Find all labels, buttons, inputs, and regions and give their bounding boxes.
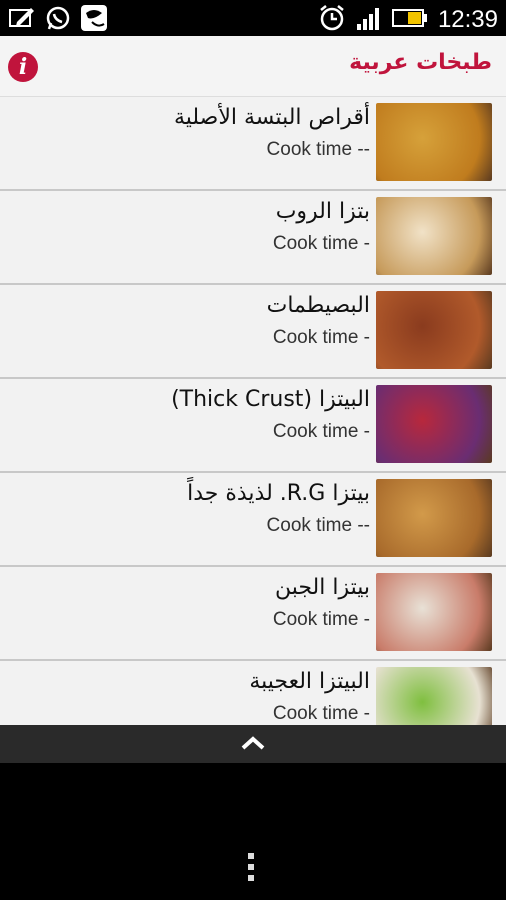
recipe-thumbnail — [376, 197, 492, 275]
recipe-title: بتزا الروب — [275, 199, 370, 224]
info-button[interactable]: i — [8, 52, 38, 82]
menu-dot — [248, 875, 254, 881]
scroll-up-button[interactable] — [241, 735, 265, 754]
recipe-thumbnail — [376, 573, 492, 651]
menu-dot — [248, 853, 254, 859]
recipe-list: أقراص البتسة الأصلية Cook time -- بتزا الر… — [0, 97, 506, 725]
overflow-menu-button[interactable] — [248, 853, 254, 881]
recipe-cook-time: Cook time -- — [266, 139, 370, 160]
recipe-list-item[interactable]: بيتزا R.G. لذيذة جداً Cook time -- — [0, 473, 506, 567]
signal-icon — [356, 6, 382, 34]
recipe-thumbnail — [376, 103, 492, 181]
chevron-up-icon — [241, 735, 265, 749]
recipe-cook-time: Cook time - — [272, 327, 370, 348]
clock-time: 12:39 — [437, 6, 498, 33]
app-title: طبخات عربية — [349, 50, 492, 75]
recipe-cook-time: Cook time - — [272, 703, 370, 724]
recipe-title: بيتزا الجبن — [274, 575, 370, 600]
info-icon: i — [18, 54, 28, 80]
system-indicators: 12:39 — [318, 4, 498, 36]
notification-icons — [8, 4, 108, 32]
recipe-list-item[interactable]: البيتزا (Thick Crust) Cook time - — [0, 379, 506, 473]
recipe-thumbnail — [376, 385, 492, 463]
whatsapp-icon — [44, 4, 72, 32]
recipe-title: البيتزا (Thick Crust) — [171, 387, 370, 412]
recipe-list-item[interactable]: بتزا الروب Cook time - — [0, 191, 506, 285]
recipe-thumbnail — [376, 479, 492, 557]
navigation-area — [0, 763, 506, 900]
recipe-list-item[interactable]: البصيطمات Cook time - — [0, 285, 506, 379]
bottom-bar — [0, 725, 506, 763]
app-bar: i طبخات عربية — [0, 36, 506, 97]
recipe-cook-time: Cook time - — [272, 609, 370, 630]
recipe-title: أقراص البتسة الأصلية — [173, 105, 370, 130]
recipe-list-item[interactable]: البيتزا العجيبة Cook time - — [0, 661, 506, 725]
edit-notification-icon — [8, 4, 36, 32]
recipe-thumbnail — [376, 291, 492, 369]
alarm-icon — [318, 4, 346, 36]
recipe-title: البصيطمات — [266, 293, 370, 318]
recipe-list-item[interactable]: بيتزا الجبن Cook time - — [0, 567, 506, 661]
menu-dot — [248, 864, 254, 870]
chat-icon — [80, 4, 108, 32]
recipe-cook-time: Cook time -- — [266, 515, 370, 536]
recipe-thumbnail — [376, 667, 492, 725]
recipe-title: بيتزا R.G. لذيذة جداً — [187, 481, 370, 506]
recipe-cook-time: Cook time - — [272, 421, 370, 442]
recipe-title: البيتزا العجيبة — [249, 669, 370, 694]
recipe-cook-time: Cook time - — [272, 233, 370, 254]
recipe-list-item[interactable]: أقراص البتسة الأصلية Cook time -- — [0, 97, 506, 191]
battery-icon — [391, 8, 428, 32]
status-bar: 12:39 — [0, 0, 506, 36]
